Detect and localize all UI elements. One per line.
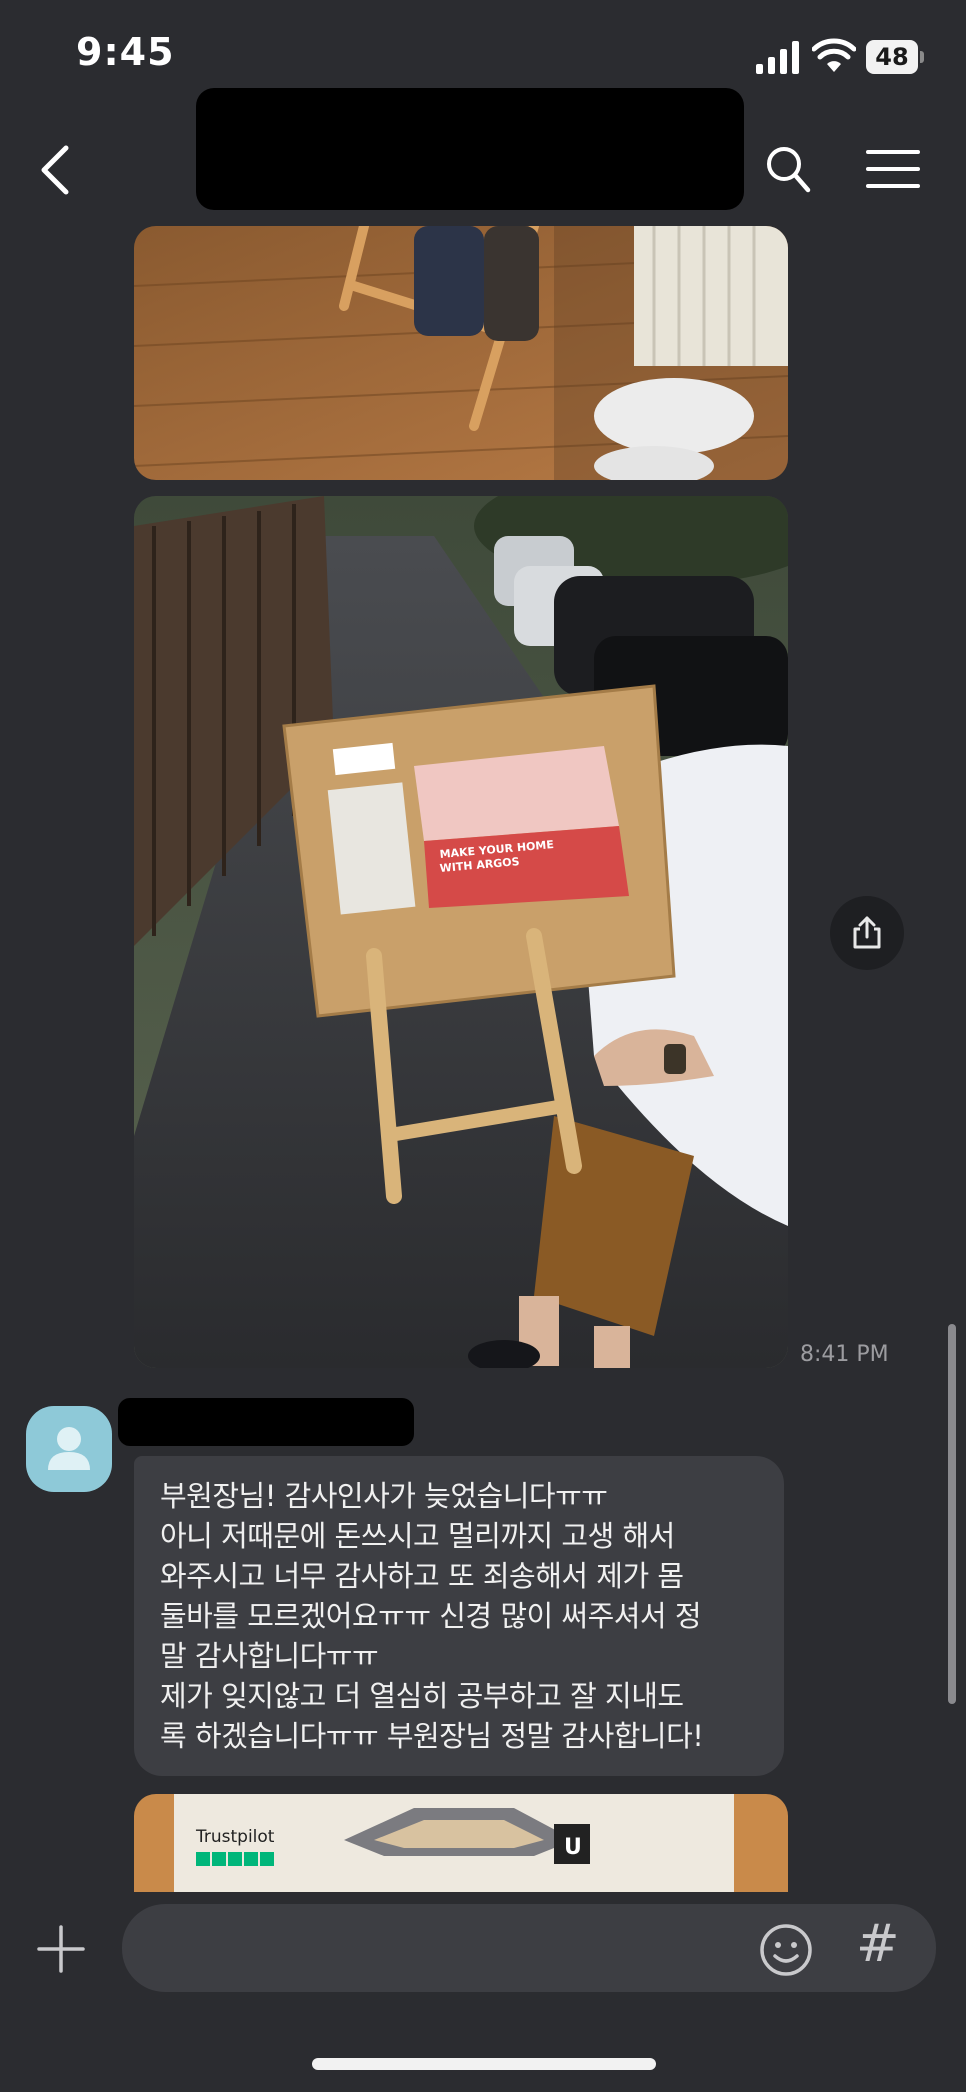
wifi-icon xyxy=(812,38,856,72)
message-bubble[interactable]: 부원장님! 감사인사가 늦었습니다ㅠㅠ 아니 저때문에 돈쓰시고 멀리까지 고생… xyxy=(134,1456,784,1776)
photo-message-box[interactable]: MAKE YOUR HOME WITH ARGOS xyxy=(134,496,788,1368)
sender-name-redacted xyxy=(118,1398,414,1446)
status-time: 9:45 xyxy=(76,30,175,74)
uswitch-logo: U xyxy=(564,1835,582,1860)
plus-icon xyxy=(37,1925,85,1973)
menu-icon xyxy=(866,150,920,188)
scrollbar[interactable] xyxy=(948,1324,956,1704)
photo-phone-box-image: Trustpilot U xyxy=(134,1794,788,1894)
share-button[interactable] xyxy=(830,896,904,970)
cellular-signal-icon xyxy=(756,41,799,74)
chat-title-redacted xyxy=(196,88,744,210)
message-timestamp: 8:41 PM xyxy=(800,1342,889,1367)
photo-message-phone-box[interactable]: Trustpilot U xyxy=(134,1794,788,1894)
message-text: 부원장님! 감사인사가 늦었습니다ㅠㅠ 아니 저때문에 돈쓰시고 멀리까지 고생… xyxy=(160,1479,704,1753)
search-button[interactable] xyxy=(764,144,812,196)
battery-icon: 48 xyxy=(866,40,924,74)
trustpilot-label: Trustpilot xyxy=(195,1827,275,1847)
hashtag-button[interactable]: # xyxy=(856,1914,900,1974)
search-icon xyxy=(767,147,811,193)
photo-message-room[interactable] xyxy=(134,226,788,480)
photo-street-image: MAKE YOUR HOME WITH ARGOS xyxy=(134,496,788,1368)
emoji-button[interactable] xyxy=(758,1922,814,1978)
smiley-icon xyxy=(760,1924,812,1976)
add-attachment-button[interactable] xyxy=(36,1924,86,1974)
battery-level: 48 xyxy=(866,40,918,74)
photo-room-image xyxy=(134,226,788,480)
avatar[interactable] xyxy=(26,1406,112,1492)
home-indicator[interactable] xyxy=(312,2058,656,2070)
back-button[interactable] xyxy=(36,140,76,200)
chevron-left-icon xyxy=(41,145,69,195)
person-icon xyxy=(48,1427,90,1470)
menu-button[interactable] xyxy=(866,148,920,190)
share-icon xyxy=(853,916,881,949)
